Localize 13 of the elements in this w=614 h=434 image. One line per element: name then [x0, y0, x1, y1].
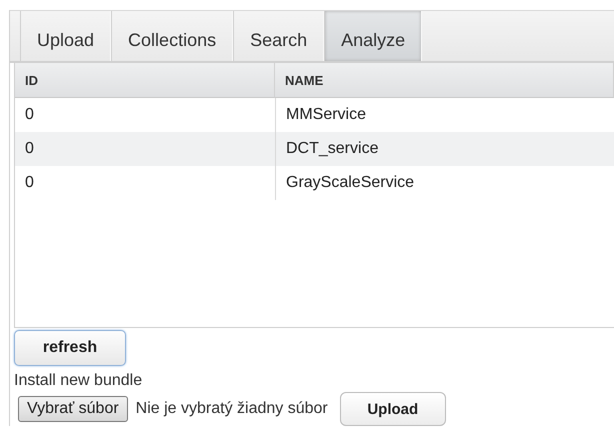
tab[interactable]: Collections	[111, 11, 234, 61]
choose-file-button[interactable]: Vybrať súbor	[18, 396, 128, 422]
upload-button[interactable]: Upload	[340, 392, 446, 426]
table-cell: DCT_service	[275, 132, 614, 166]
column-header[interactable]: NAME	[275, 63, 614, 98]
table-cell: 0	[15, 132, 275, 166]
refresh-button[interactable]: refresh	[14, 330, 126, 366]
tab[interactable]: Upload	[20, 11, 112, 61]
tab[interactable]: Analyze	[324, 11, 422, 61]
file-status: Nie je vybratý žiadny súbor	[136, 400, 328, 418]
tab[interactable]: Search	[233, 11, 324, 61]
column-header[interactable]: ID	[15, 63, 275, 98]
install-label: Install new bundle	[14, 372, 144, 390]
